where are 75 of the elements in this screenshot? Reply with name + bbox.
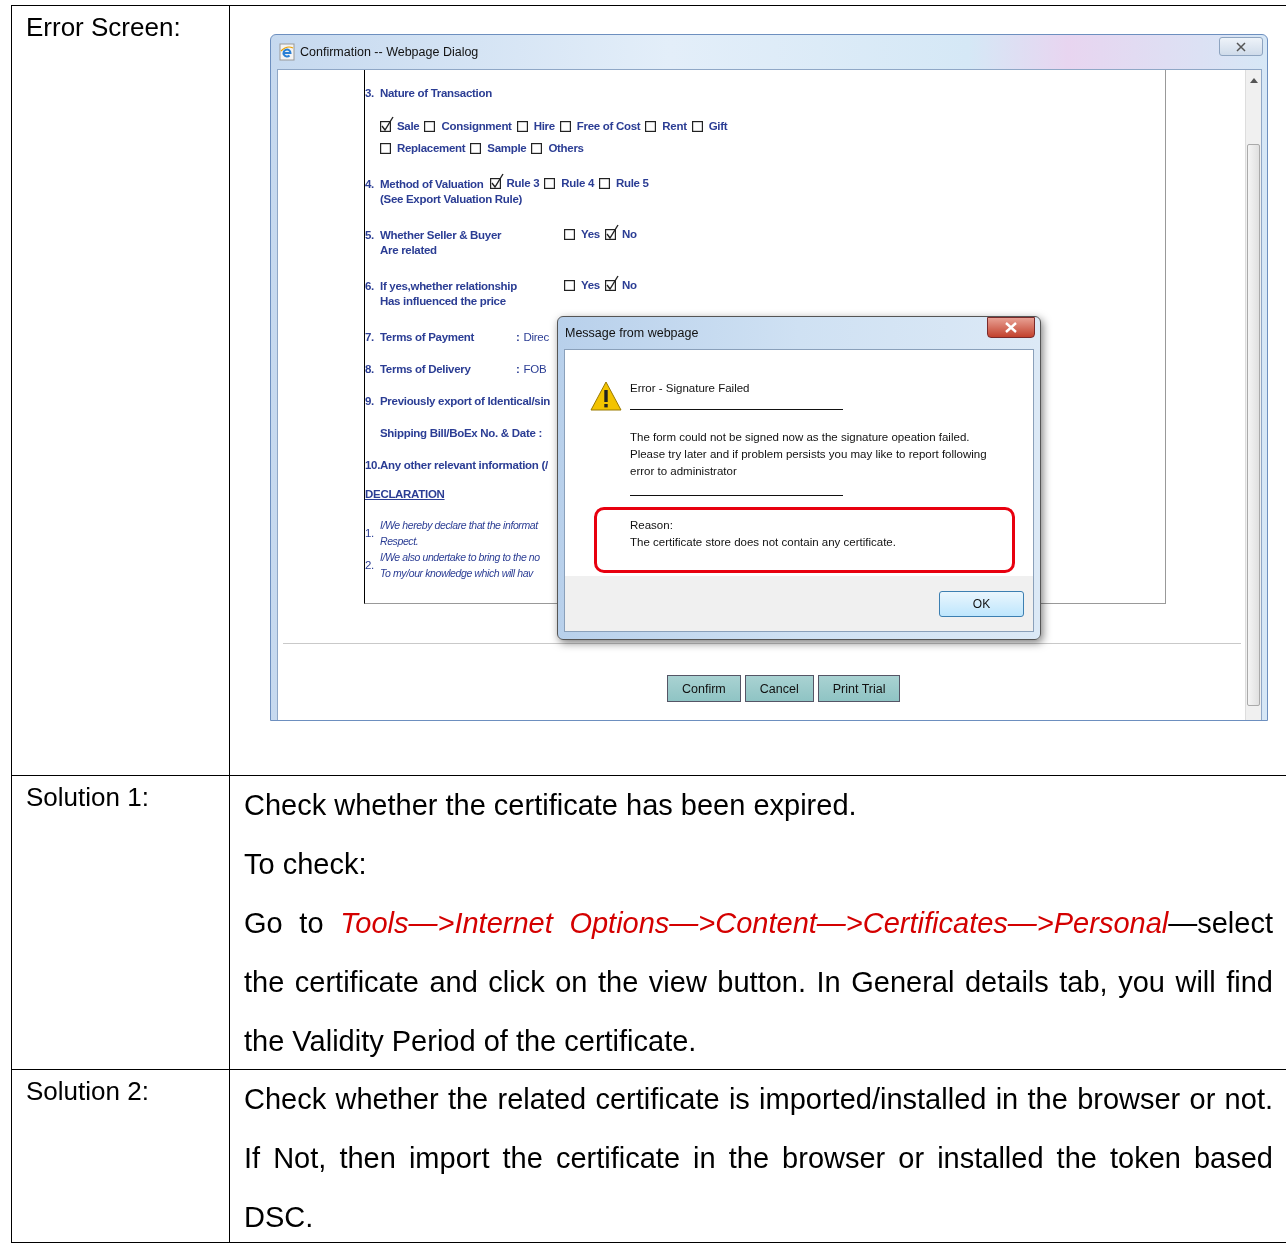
warning-icon (590, 381, 622, 411)
browser-icon (279, 43, 295, 61)
form-label: Previously export of Identical/sin (380, 395, 551, 407)
paragraph: Go to Tools—>Internet Options—>Content—>Certificates—>Personal—select the certificate and click on the view button. In General details tab, you will find the Validity Period of the certificate. (244, 906, 1273, 1059)
checkbox-label: Yes (581, 279, 600, 292)
checkbox[interactable] (604, 224, 619, 240)
item-number: 4. (365, 178, 375, 190)
dialog-button[interactable]: Confirm (667, 675, 741, 702)
reason-text: The certificate store does not contain any certificate. (630, 535, 896, 550)
form-label: Shipping Bill/BoEx No. & Date : (380, 427, 542, 439)
item-number: 9. (365, 395, 375, 407)
field-value: FOB (523, 363, 547, 375)
close-button[interactable] (987, 317, 1035, 338)
scroll-up-arrow-icon[interactable] (1250, 77, 1258, 83)
form-label: Terms of Delivery (380, 363, 472, 375)
item-number: 5. (365, 229, 375, 241)
dialog-title: Message from webpage (565, 326, 699, 340)
error-message: The form could not be signed now as the signature opeation failed. Please try later and if problem persists you may like to report following error to administrator (630, 430, 988, 479)
item-number: 7. (365, 331, 375, 343)
checkbox-label: Rule 4 (561, 177, 594, 190)
form-label: Has influenced the price (380, 295, 506, 307)
item-number: 8. (365, 363, 375, 375)
checkbox-label: Sample (487, 142, 527, 155)
paragraph: Check whether the certificate has been expired. (244, 788, 858, 823)
form-label: Any other relevant information (/ (380, 459, 548, 471)
row-label: Solution 1: (26, 782, 149, 812)
separator: : (516, 331, 520, 343)
declaration-text: To my/our knowledge which will hav (380, 566, 535, 581)
form-label: Are related (380, 244, 437, 256)
checkbox-label: Rent (662, 120, 687, 133)
dialog-button[interactable]: Cancel (744, 675, 814, 702)
window-title: Confirmation -- Webpage Dialog (300, 45, 479, 59)
checkbox-label: No (621, 228, 637, 241)
checkbox-label: Rule 3 (506, 177, 540, 190)
ok-button[interactable]: OK (939, 591, 1024, 617)
reason-label: Reason: (630, 518, 673, 533)
checkbox-label: Consignment (441, 120, 512, 133)
item-number: 6. (365, 280, 375, 292)
form-label: Method of Valuation (380, 178, 484, 190)
close-icon (1005, 322, 1017, 333)
item-number: 1. (365, 527, 375, 539)
checkbox[interactable] (380, 116, 394, 132)
checkbox-label: Sale (397, 120, 420, 133)
item-number: 10. (365, 459, 381, 471)
checkbox-label: Yes (581, 228, 600, 241)
row-label: Error Screen: (26, 12, 181, 42)
checkbox-label: Rule 5 (616, 177, 649, 190)
separator: : (516, 363, 520, 375)
checkbox-label: Replacement (397, 142, 466, 155)
declaration-text: Respect. (380, 534, 420, 549)
checkbox-label: Hire (533, 120, 555, 133)
form-label: Terms of Payment (380, 331, 476, 343)
form-label: Nature of Transaction (380, 87, 492, 99)
declaration-text: I/We also undertake to bring to the no (380, 550, 540, 565)
form-label: Whether Seller & Buyer (380, 229, 503, 241)
form-label: (See Export Valuation Rule) (380, 193, 523, 205)
paragraph: To check: (244, 847, 368, 882)
error-heading: Error - Signature Failed (630, 382, 751, 394)
checkbox-label: No (621, 279, 637, 292)
checkbox-label: Gift (708, 120, 728, 133)
row-label: Solution 2: (26, 1076, 149, 1106)
checkbox-label: Free of Cost (576, 120, 641, 133)
dialog-button[interactable]: Print Trial (817, 675, 901, 702)
checkbox[interactable] (489, 173, 504, 189)
item-number: 2. (365, 559, 375, 571)
form-label: If yes,whether relationship (380, 280, 518, 292)
checkbox[interactable] (604, 275, 619, 291)
declaration-text: I/We hereby declare that the informat (380, 518, 538, 533)
checkbox-label: Others (548, 142, 584, 155)
section-heading: DECLARATION (365, 488, 445, 500)
paragraph: Check whether the related certificate is imported/installed in the browser or not. If Not, then import the certificate in the browser or installed the token based DSC. (244, 1082, 1273, 1235)
close-icon (1236, 41, 1246, 52)
field-value: Direc (523, 331, 549, 343)
item-number: 3. (365, 87, 375, 99)
scrollbar[interactable] (1245, 70, 1261, 720)
